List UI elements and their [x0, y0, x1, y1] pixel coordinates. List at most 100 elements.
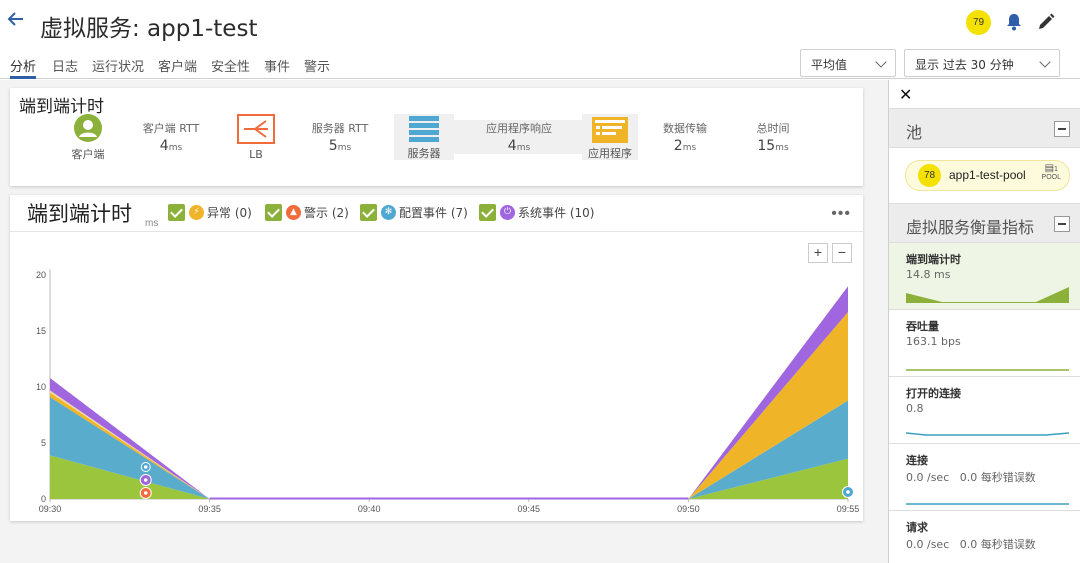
chart-card-title: 端到端计时	[27, 202, 132, 226]
metric-value: 0.8	[906, 402, 924, 415]
x-tick-label: 09:45	[518, 504, 541, 514]
client-rtt-value: 4	[159, 138, 169, 154]
pool-count: 1	[1054, 166, 1058, 173]
legend-alerts[interactable]: ▲ 警示 (2)	[265, 204, 349, 221]
load-balancer-icon	[237, 114, 275, 144]
page-header: 虚拟服务: app1-test 79	[0, 0, 1080, 48]
metric-sparkline	[906, 287, 1069, 303]
aggregate-select-value: 平均值	[811, 58, 848, 72]
tab-logs[interactable]: 日志	[52, 56, 78, 75]
more-options-icon[interactable]: •••	[831, 205, 851, 223]
page-title: 虚拟服务: app1-test	[40, 16, 258, 42]
client-user-icon	[74, 114, 102, 142]
app-response-metric: 应用程序响应 4ms	[454, 120, 584, 154]
legend-config-events[interactable]: ✻ 配置事件 (7)	[360, 204, 468, 221]
metric-row-open-connections[interactable]: 打开的连接 0.8	[889, 377, 1080, 444]
unit-label: ms	[775, 143, 789, 153]
metric-row-connections[interactable]: 连接 0.0 /sec 0.0 每秒错误数	[889, 444, 1080, 511]
total-time-metric: 总时间 15ms	[738, 120, 808, 154]
y-tick-label: 15	[36, 326, 46, 336]
checkbox-icon[interactable]	[265, 204, 282, 221]
collapse-icon[interactable]	[1054, 121, 1070, 137]
server-rtt-metric: 服务器 RTT 5ms	[300, 120, 380, 154]
unit-label: ms	[516, 143, 531, 153]
metric-row-throughput[interactable]: 吞吐量 163.1 bps	[889, 310, 1080, 377]
bell-icon: ▲	[286, 205, 301, 220]
e2e-chart-card: 端到端计时 ms ⚡ 异常 (0) ▲ 警示 (2) ✻ 配置事件 (7) ⏻ …	[10, 195, 863, 521]
y-tick-label: 20	[36, 270, 46, 280]
legend-anomalies-label: 异常 (0)	[207, 206, 252, 220]
tab-events[interactable]: 事件	[264, 56, 290, 75]
total-time-value: 15	[757, 138, 776, 154]
unit-label: ms	[682, 143, 697, 153]
bell-icon[interactable]	[1004, 12, 1024, 32]
metric-title: 请求	[906, 521, 928, 534]
unit-label: ms	[168, 143, 183, 153]
server-rtt-name: 服务器 RTT	[311, 122, 369, 135]
x-tick-label: 09:35	[198, 504, 221, 514]
metric-title: 连接	[906, 454, 928, 467]
power-icon: ⏻	[500, 205, 515, 220]
health-score-badge[interactable]: 79	[966, 10, 991, 35]
metric-value: 0.0 /sec 0.0 每秒错误数	[906, 538, 1036, 551]
event-marker-dot	[846, 490, 850, 494]
gear-icon: ✻	[381, 205, 396, 220]
client-label: 客户端	[71, 148, 105, 161]
client-rtt-metric: 客户端 RTT 4ms	[134, 120, 208, 154]
client-node[interactable]: 客户端	[66, 114, 110, 162]
server-label: 服务器	[407, 147, 441, 160]
lb-label: LB	[249, 148, 263, 161]
tab-health[interactable]: 运行状况	[92, 56, 144, 75]
close-icon[interactable]: ✕	[899, 85, 912, 105]
data-transfer-value: 2	[673, 138, 683, 154]
back-arrow-icon[interactable]	[7, 10, 25, 34]
main-content: 端到端计时 客户端 客户端 RTT 4ms LB 服务器 RTT 5ms 服务器	[0, 80, 888, 563]
zoom-out-button[interactable]: −	[832, 243, 852, 263]
edit-pencil-icon[interactable]	[1036, 12, 1056, 32]
server-stack-icon	[409, 116, 439, 142]
timerange-select[interactable]: 显示 过去 30 分钟	[904, 49, 1060, 77]
metric-title: 打开的连接	[906, 387, 961, 400]
metric-title: 吞吐量	[906, 320, 939, 333]
data-transfer-name: 数据传输	[663, 122, 707, 135]
app-response-name: 应用程序响应	[486, 122, 552, 135]
pool-item[interactable]: 78 app1-test-pool ▤1 POOL	[905, 160, 1070, 191]
legend-system-label: 系统事件 (10)	[518, 206, 595, 220]
y-tick-label: 0	[41, 494, 46, 504]
tab-security[interactable]: 安全性	[211, 56, 250, 75]
legend-config-label: 配置事件 (7)	[399, 206, 468, 220]
metric-sparkline	[906, 369, 1069, 371]
app-node[interactable]: 应用程序	[582, 114, 638, 160]
metric-sparkline	[906, 503, 1069, 505]
chart-unit: ms	[145, 218, 159, 229]
metric-row-requests[interactable]: 请求 0.0 /sec 0.0 每秒错误数	[889, 511, 1080, 563]
pool-kind: POOL	[1041, 174, 1061, 181]
aggregate-select[interactable]: 平均值	[800, 49, 896, 77]
zoom-in-button[interactable]: +	[808, 243, 828, 263]
active-tab-indicator	[10, 76, 36, 79]
tab-analytics[interactable]: 分析	[10, 56, 36, 75]
legend-anomalies[interactable]: ⚡ 异常 (0)	[168, 204, 252, 221]
lb-node[interactable]: LB	[236, 114, 276, 161]
pool-server-icon: ▤1 POOL	[1041, 163, 1061, 181]
tab-clients[interactable]: 客户端	[158, 56, 197, 75]
pool-section-title: 池	[906, 123, 923, 142]
app-label: 应用程序	[588, 147, 632, 160]
metric-row-e2e[interactable]: 端到端计时 14.8 ms	[889, 243, 1080, 310]
chevron-down-icon	[875, 56, 887, 68]
server-rtt-value: 5	[328, 138, 338, 154]
timerange-select-value: 显示 过去 30 分钟	[915, 58, 1014, 72]
metric-value: 163.1 bps	[906, 335, 961, 348]
legend-system-events[interactable]: ⏻ 系统事件 (10)	[479, 204, 594, 221]
checkbox-icon[interactable]	[360, 204, 377, 221]
checkbox-icon[interactable]	[168, 204, 185, 221]
e2e-area-chart: 0 5 10 15 20 09:30 09:35 09:40 09:45 09:50 09:55	[36, 269, 859, 514]
checkbox-icon[interactable]	[479, 204, 496, 221]
collapse-icon[interactable]	[1054, 216, 1070, 232]
divider	[10, 231, 863, 232]
metrics-section-title: 虚拟服务衡量指标	[906, 218, 1035, 237]
right-panel: ✕ 池 78 app1-test-pool ▤1 POOL 虚拟服务衡量指标 端…	[888, 80, 1080, 563]
tab-alerts[interactable]: 警示	[304, 56, 330, 75]
server-node[interactable]: 服务器	[394, 114, 454, 160]
metrics-section-header: 虚拟服务衡量指标	[889, 203, 1080, 243]
